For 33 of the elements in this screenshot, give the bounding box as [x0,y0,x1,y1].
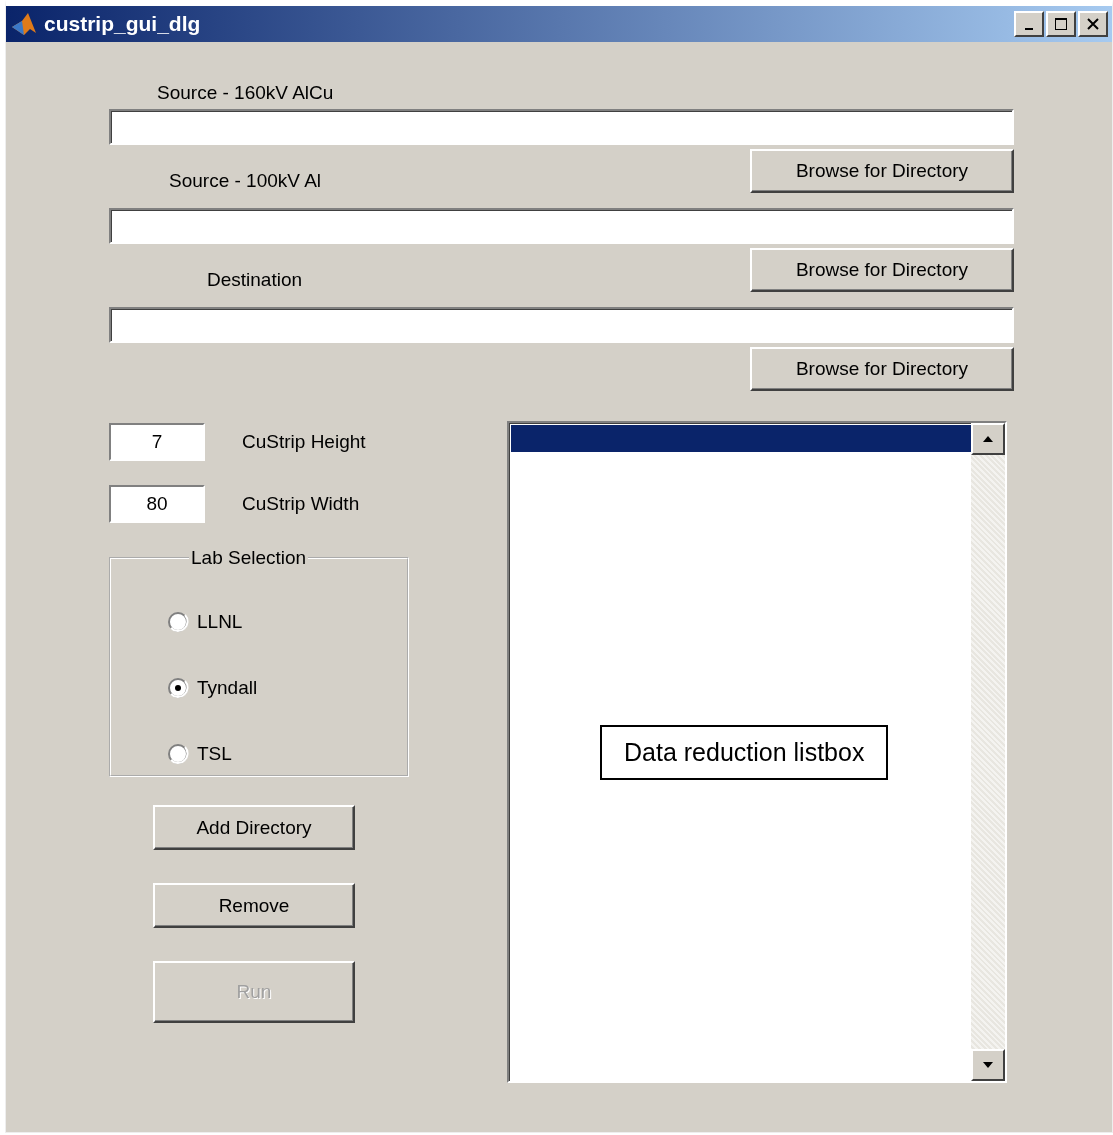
maximize-icon [1055,18,1067,30]
field-label: Destination [207,268,303,291]
action-button[interactable]: Remove [153,883,355,928]
down-arrow-icon [982,1061,994,1069]
path-field[interactable] [109,109,1014,145]
number-field[interactable]: 80 [109,485,205,523]
path-field[interactable] [109,307,1014,343]
up-arrow-icon [982,435,994,443]
minimize-icon [1025,28,1033,30]
minimize-button[interactable] [1014,11,1044,37]
radio-option[interactable]: Tyndall [167,655,407,721]
field-label: Source - 160kV AlCu [157,81,334,104]
maximize-button[interactable] [1046,11,1076,37]
field-label: Source - 100kV Al [169,169,322,192]
annotation-label: Data reduction listbox [600,725,889,780]
field-label: CuStrip Width [242,493,360,515]
window-title: custrip_gui_dlg [44,12,201,36]
browse-button[interactable]: Browse for Directory [750,347,1014,391]
group-title: Lab Selection [190,547,308,569]
number-field[interactable]: 7 [109,423,205,461]
scrollbar[interactable] [971,423,1005,1081]
browse-button[interactable]: Browse for Directory [750,149,1014,193]
path-field[interactable] [109,208,1014,244]
close-button[interactable] [1078,11,1108,37]
action-button[interactable]: Add Directory [153,805,355,850]
listbox[interactable]: Data reduction listbox [507,421,1007,1083]
scroll-up-button[interactable] [971,423,1005,455]
radio-option[interactable]: LLNL [167,589,407,655]
radio-option[interactable]: TSL [167,721,407,787]
browse-button[interactable]: Browse for Directory [750,248,1014,292]
scroll-down-button[interactable] [971,1049,1005,1081]
close-icon [1087,18,1099,30]
field-label: CuStrip Height [242,431,366,453]
